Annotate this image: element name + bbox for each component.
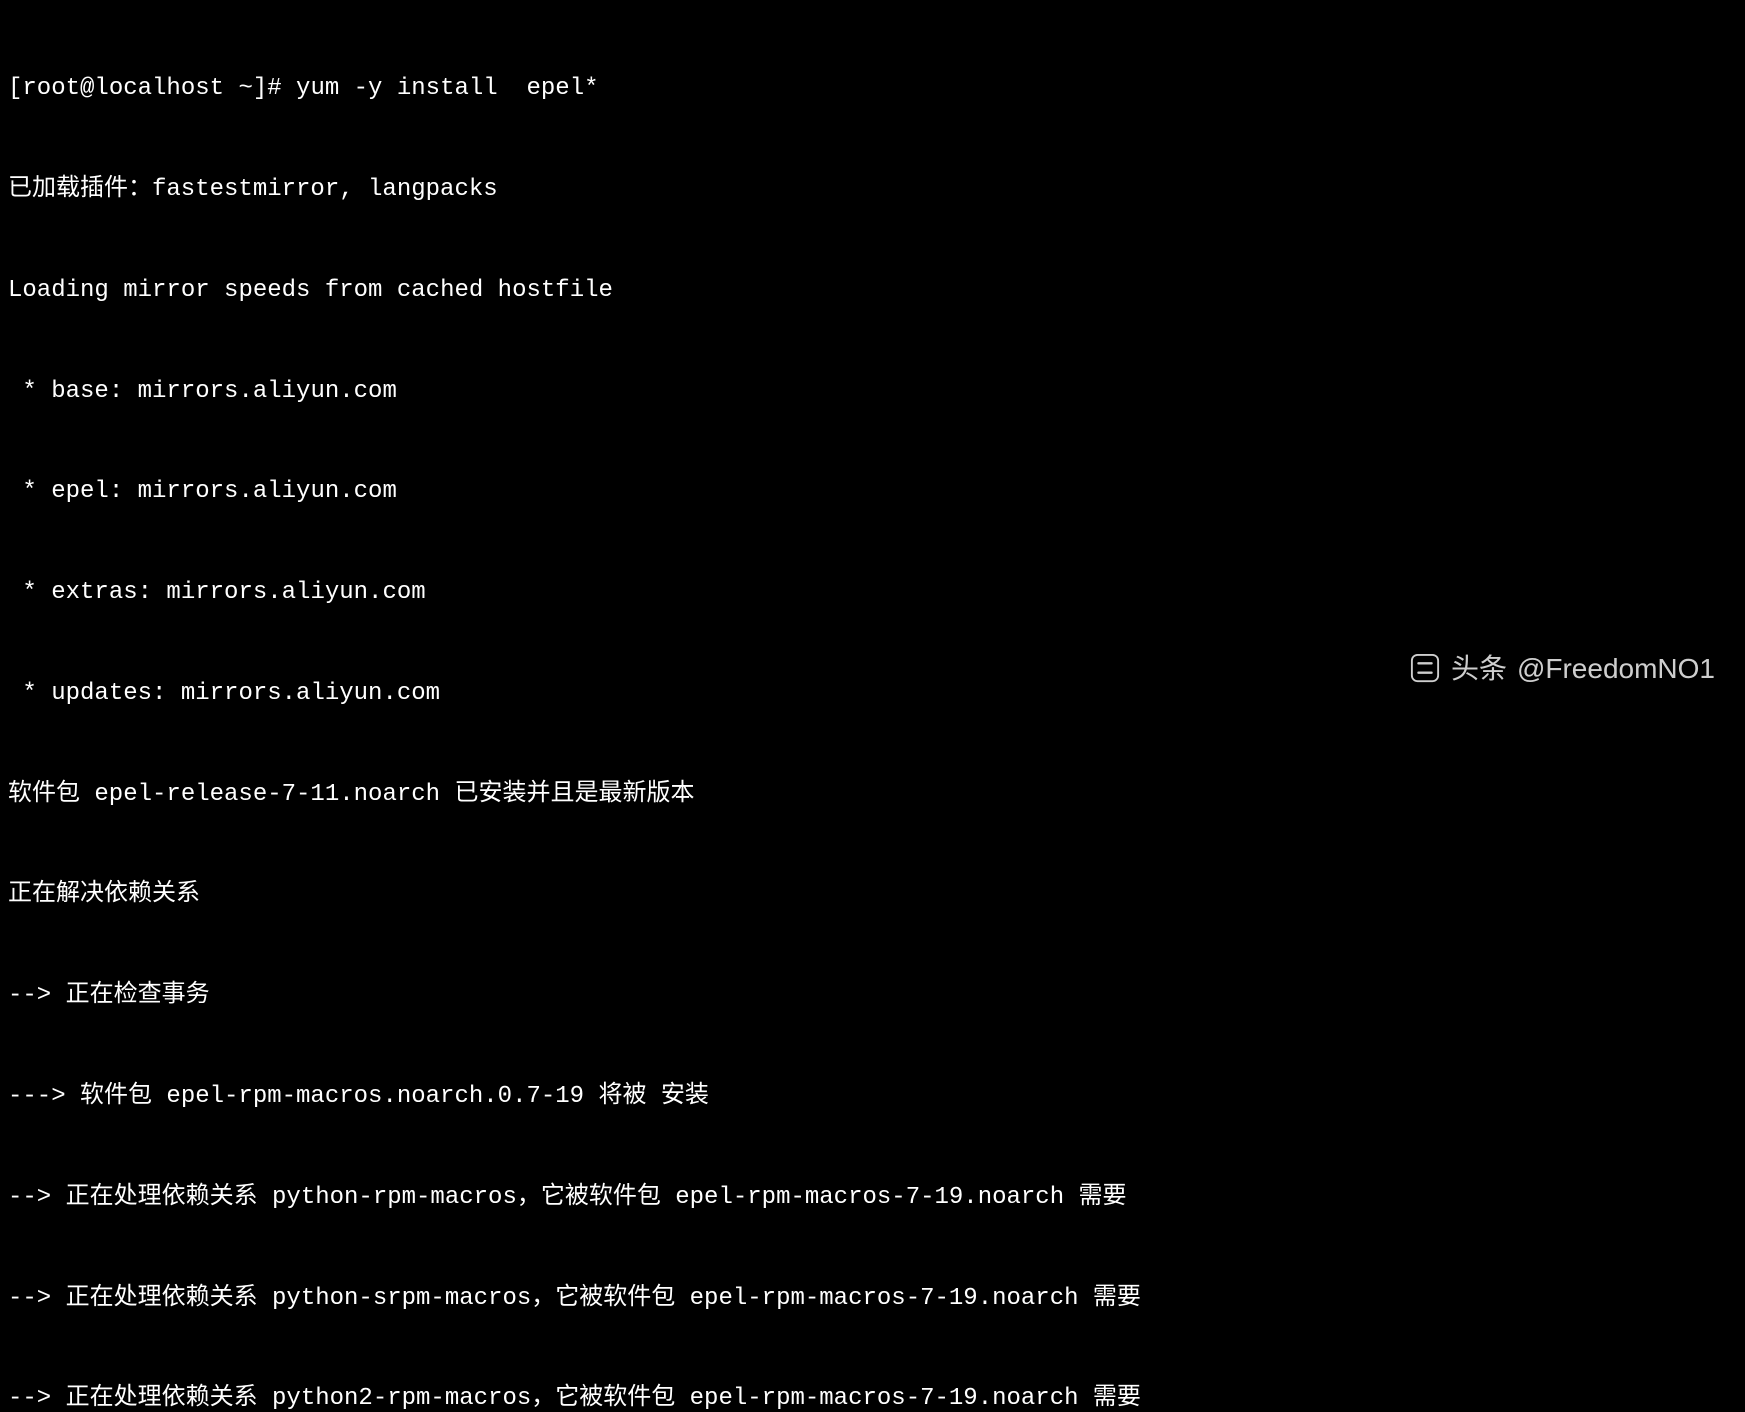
terminal-line: --> 正在检查事务 [8, 979, 1737, 1013]
watermark-prefix: 头条 [1451, 649, 1507, 688]
toutiao-icon [1409, 652, 1441, 684]
terminal-line: [root@localhost ~]# yum -y install epel* [8, 72, 1737, 106]
terminal-line: Loading mirror speeds from cached hostfi… [8, 274, 1737, 308]
terminal-line: --> 正在处理依赖关系 python-srpm-macros，它被软件包 ep… [8, 1282, 1737, 1316]
terminal-output: [root@localhost ~]# yum -y install epel*… [8, 5, 1737, 1412]
terminal-line: --> 正在处理依赖关系 python-rpm-macros，它被软件包 epe… [8, 1181, 1737, 1215]
watermark: 头条 @FreedomNO1 [1409, 649, 1715, 688]
terminal-line: * epel: mirrors.aliyun.com [8, 475, 1737, 509]
terminal-line: --> 正在处理依赖关系 python2-rpm-macros，它被软件包 ep… [8, 1382, 1737, 1412]
terminal-line: ---> 软件包 epel-rpm-macros.noarch.0.7-19 将… [8, 1080, 1737, 1114]
watermark-handle: @FreedomNO1 [1517, 649, 1715, 688]
terminal-line: 正在解决依赖关系 [8, 878, 1737, 912]
terminal-line: 软件包 epel-release-7-11.noarch 已安装并且是最新版本 [8, 778, 1737, 812]
terminal-line: * extras: mirrors.aliyun.com [8, 576, 1737, 610]
terminal-line: * base: mirrors.aliyun.com [8, 375, 1737, 409]
terminal-line: 已加载插件：fastestmirror, langpacks [8, 173, 1737, 207]
